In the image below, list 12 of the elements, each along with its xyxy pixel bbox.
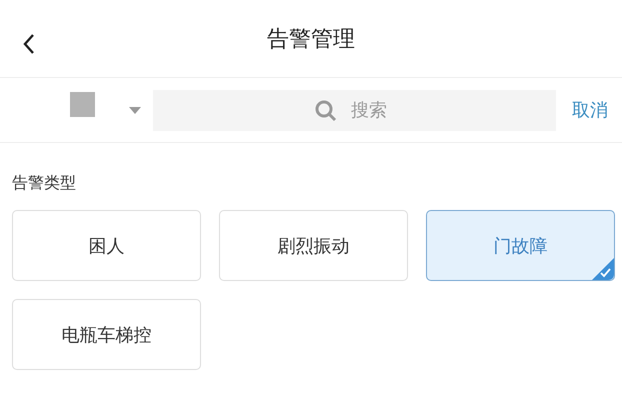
alarm-type-option[interactable]: 剧烈振动 bbox=[219, 210, 408, 281]
square-icon bbox=[70, 92, 95, 116]
alarm-type-option[interactable]: 困人 bbox=[12, 210, 201, 281]
alarm-type-option[interactable]: 电瓶车梯控 bbox=[12, 299, 201, 370]
back-icon[interactable] bbox=[22, 33, 36, 55]
section-title: 告警类型 bbox=[11, 172, 77, 194]
page-title: 告警管理 bbox=[267, 26, 355, 54]
search-field[interactable]: 搜索 bbox=[153, 90, 556, 130]
caret-icon[interactable] bbox=[129, 106, 141, 114]
cancel-link[interactable]: 取消 bbox=[572, 98, 608, 122]
check-icon bbox=[592, 258, 614, 280]
alarm-type-option[interactable]: 门故障 bbox=[426, 210, 615, 281]
